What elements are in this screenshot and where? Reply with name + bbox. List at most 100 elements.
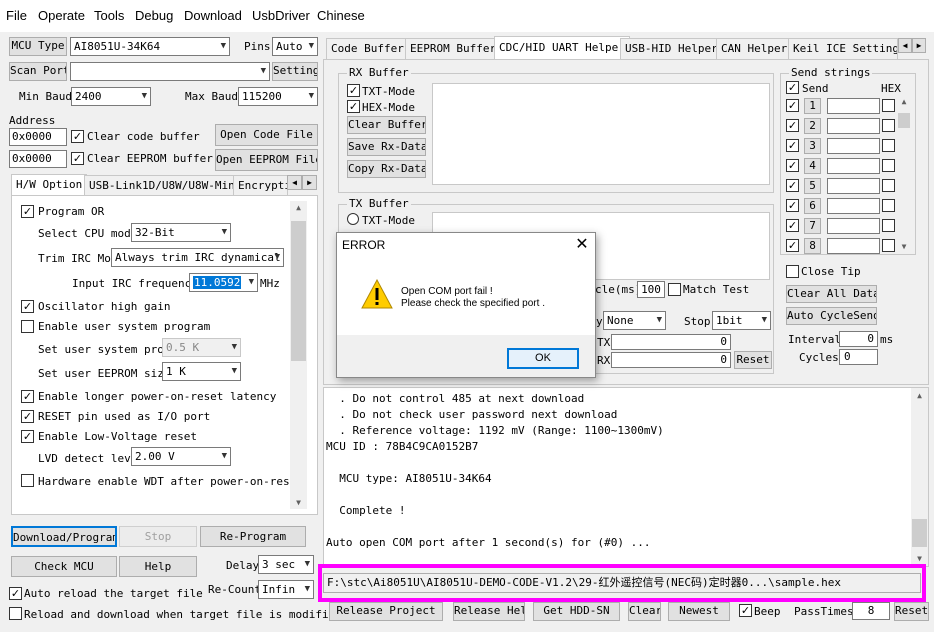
- cycles-input[interactable]: 0: [839, 349, 878, 365]
- menu-chinese[interactable]: Chinese: [317, 8, 365, 23]
- tx-txt-mode-radio[interactable]: [347, 213, 359, 225]
- send-row-input[interactable]: [827, 238, 880, 254]
- mcu-type-button[interactable]: MCU Type: [9, 37, 67, 56]
- menu-usbdriver[interactable]: UsbDriver: [252, 8, 310, 23]
- scroll-up-icon[interactable]: ▲: [897, 97, 911, 106]
- menu-debug[interactable]: Debug: [135, 8, 173, 23]
- tab-code-buffer[interactable]: Code Buffer: [326, 38, 409, 59]
- user-eeprom-size-select[interactable]: 1 K ▼: [162, 362, 241, 381]
- send-row-button[interactable]: 4: [804, 158, 821, 174]
- scroll-up-icon[interactable]: ▲: [911, 391, 928, 400]
- close-icon[interactable]: ✕: [573, 234, 591, 254]
- send-row-checkbox[interactable]: ✓: [786, 199, 799, 212]
- send-row-hex-checkbox[interactable]: [882, 119, 895, 132]
- send-row-button[interactable]: 6: [804, 198, 821, 214]
- send-row-checkbox[interactable]: ✓: [786, 139, 799, 152]
- help-button[interactable]: Help: [119, 556, 197, 577]
- tab-scroll-left-icon[interactable]: ◀: [287, 175, 302, 190]
- beep-checkbox[interactable]: ✓: [739, 604, 752, 617]
- download-program-button[interactable]: Download/Program: [11, 526, 117, 547]
- tab-cdc-uart-helper[interactable]: CDC/HID UART Helper: [494, 36, 630, 60]
- code-address-input[interactable]: 0x0000: [9, 128, 67, 146]
- options-scrollbar[interactable]: ▲ ▼: [290, 201, 307, 509]
- send-row-checkbox[interactable]: ✓: [786, 239, 799, 252]
- auto-cycle-send-button[interactable]: Auto CycleSend: [786, 307, 877, 325]
- reset-count-button[interactable]: Reset: [734, 351, 772, 369]
- pins-select[interactable]: Auto ▼: [272, 37, 318, 56]
- min-baud-select[interactable]: 2400 ▼: [71, 87, 151, 106]
- scroll-thumb[interactable]: [898, 113, 910, 128]
- auto-reload-checkbox[interactable]: ✓: [9, 587, 22, 600]
- longer-power-checkbox[interactable]: ✓: [21, 390, 34, 403]
- send-row-button[interactable]: 3: [804, 138, 821, 154]
- menu-tools[interactable]: Tools: [94, 8, 124, 23]
- tab-scroll-right-icon[interactable]: ▶: [912, 38, 926, 53]
- interval-input[interactable]: 0: [839, 331, 878, 347]
- setting-button[interactable]: Setting: [272, 62, 318, 81]
- get-hdd-sn-button[interactable]: Get HDD-SN: [533, 602, 620, 621]
- send-row-hex-checkbox[interactable]: [882, 239, 895, 252]
- send-row-button[interactable]: 8: [804, 238, 821, 254]
- reprogram-button[interactable]: Re-Program: [200, 526, 306, 547]
- send-row-button[interactable]: 7: [804, 218, 821, 234]
- scroll-down-icon[interactable]: ▼: [897, 242, 911, 251]
- tab-can-helper[interactable]: CAN Helper: [716, 38, 793, 59]
- send-row-hex-checkbox[interactable]: [882, 179, 895, 192]
- log-scrollbar[interactable]: ▲ ▼: [911, 388, 928, 566]
- scan-port-button[interactable]: Scan Port: [9, 62, 67, 81]
- trim-irc-select[interactable]: Always trim IRC dynamical. ▼: [111, 248, 284, 267]
- delay-select[interactable]: 3 sec ▼: [258, 555, 314, 574]
- send-row-input[interactable]: [827, 178, 880, 194]
- send-row-checkbox[interactable]: ✓: [786, 159, 799, 172]
- eeprom-address-input[interactable]: 0x0000: [9, 150, 67, 168]
- max-baud-select[interactable]: 115200 ▼: [238, 87, 318, 106]
- wdt-checkbox[interactable]: [21, 474, 34, 487]
- send-row-input[interactable]: [827, 218, 880, 234]
- clear-eeprom-checkbox[interactable]: ✓: [71, 152, 84, 165]
- send-row-hex-checkbox[interactable]: [882, 199, 895, 212]
- match-test-checkbox[interactable]: [668, 283, 681, 296]
- tab-usb-link[interactable]: USB-Link1D/U8W/U8W-Mini: [84, 175, 247, 195]
- mcu-type-select[interactable]: AI8051U-34K64 ▼: [70, 37, 230, 56]
- send-row-input[interactable]: [827, 138, 880, 154]
- program-or-checkbox[interactable]: ✓: [21, 205, 34, 218]
- tab-keil-ice[interactable]: Keil ICE Settings: [788, 38, 898, 59]
- stop-bits-select[interactable]: 1bit ▼: [712, 311, 771, 330]
- send-row-hex-checkbox[interactable]: [882, 139, 895, 152]
- check-mcu-button[interactable]: Check MCU: [11, 556, 117, 577]
- tab-scroll-right-icon[interactable]: ▶: [302, 175, 317, 190]
- rx-txt-mode-checkbox[interactable]: ✓: [347, 84, 360, 97]
- send-row-button[interactable]: 1: [804, 98, 821, 114]
- cpu-mode-select[interactable]: 32-Bit ▼: [131, 223, 231, 242]
- scroll-up-icon[interactable]: ▲: [290, 203, 307, 212]
- open-eeprom-file-button[interactable]: Open EEPROM File: [215, 149, 318, 171]
- send-row-hex-checkbox[interactable]: [882, 99, 895, 112]
- tab-encrypt[interactable]: Encrypti: [233, 175, 288, 195]
- send-scrollbar[interactable]: ▲ ▼: [897, 96, 911, 252]
- tab-hw-option[interactable]: H/W Option: [11, 174, 88, 196]
- menu-file[interactable]: File: [6, 8, 27, 23]
- release-project-button[interactable]: Release Project: [329, 602, 443, 621]
- send-row-button[interactable]: 5: [804, 178, 821, 194]
- close-tip-checkbox[interactable]: [786, 265, 799, 278]
- send-row-input[interactable]: [827, 198, 880, 214]
- open-code-file-button[interactable]: Open Code File: [215, 124, 318, 146]
- osc-gain-checkbox[interactable]: ✓: [21, 300, 34, 313]
- clear-code-checkbox[interactable]: ✓: [71, 130, 84, 143]
- ok-button[interactable]: OK: [507, 348, 579, 369]
- scroll-down-icon[interactable]: ▼: [290, 498, 307, 507]
- rx-hex-mode-checkbox[interactable]: ✓: [347, 100, 360, 113]
- send-row-checkbox[interactable]: ✓: [786, 99, 799, 112]
- scroll-thumb[interactable]: [912, 519, 927, 547]
- lvd-select[interactable]: 2.00 V ▼: [131, 447, 231, 466]
- send-row-checkbox[interactable]: ✓: [786, 219, 799, 232]
- newest-button[interactable]: Newest: [668, 602, 730, 621]
- scroll-thumb[interactable]: [291, 221, 306, 361]
- send-row-hex-checkbox[interactable]: [882, 219, 895, 232]
- clear-all-data-button[interactable]: Clear All Data: [786, 285, 877, 303]
- low-voltage-checkbox[interactable]: ✓: [21, 430, 34, 443]
- cycle-input[interactable]: 100: [637, 281, 665, 298]
- send-all-checkbox[interactable]: ✓: [786, 81, 799, 94]
- send-row-hex-checkbox[interactable]: [882, 159, 895, 172]
- clear-buffer-button[interactable]: Clear Buffer: [347, 116, 426, 134]
